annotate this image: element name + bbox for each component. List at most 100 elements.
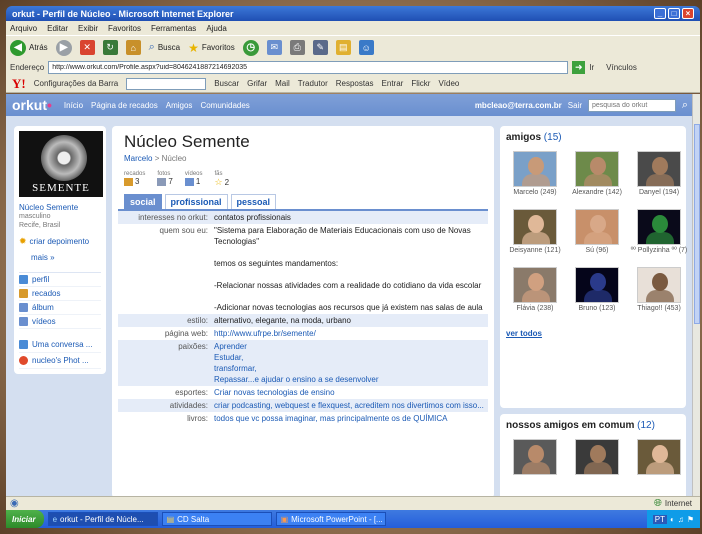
nav-link-communities[interactable]: Comunidades [200, 101, 249, 110]
taskbar-item-ie[interactable]: e orkut - Perfil de Núcle... [47, 512, 158, 526]
profile-name-link[interactable]: Núcleo Semente [19, 203, 101, 212]
friend-item[interactable]: Marcelo (249) [506, 151, 564, 205]
friend-item[interactable]: Alexandre (142) [568, 151, 626, 205]
friend-item[interactable]: Thiago!! (453) [630, 267, 688, 321]
friend-name[interactable]: Bruno (123) [568, 305, 626, 321]
stat-fans[interactable]: fãs ☆ 2 [215, 171, 230, 188]
community-item[interactable]: Uma conversa ... [19, 337, 101, 353]
folder-icon[interactable]: ▤ [335, 40, 351, 55]
home-icon[interactable]: ⌂ [125, 40, 141, 55]
stop-icon[interactable]: ✕ [79, 40, 95, 55]
friend-item[interactable]: Sú (96) [568, 209, 626, 263]
favorites-button[interactable]: ★ Favoritos [188, 41, 235, 55]
close-button[interactable]: × [682, 8, 694, 19]
menu-item-videos[interactable]: vídeos [19, 315, 101, 329]
logout-link[interactable]: Sair [568, 101, 582, 110]
friend-photo[interactable] [575, 439, 619, 475]
yahoo-search-button[interactable]: Buscar [214, 79, 239, 88]
menu-item-tools[interactable]: Ferramentas [151, 24, 196, 33]
friend-photo[interactable] [575, 267, 619, 303]
see-all-friends-link[interactable]: ver todos [506, 329, 680, 338]
friend-item[interactable]: Danyel (194) [630, 151, 688, 205]
orkut-search-input[interactable] [588, 98, 676, 112]
menu-item-view[interactable]: Exibir [78, 24, 98, 33]
common-friends-title[interactable]: nossos amigos em comum (12) [506, 420, 680, 431]
friend-name[interactable]: Alexandre (142) [568, 189, 626, 205]
info-value-link[interactable]: criar podcasting, webquest e flexquest, … [214, 400, 488, 411]
stat-scraps[interactable]: recados 3 [124, 171, 145, 188]
scrollbar-thumb[interactable] [694, 124, 700, 324]
friend-photo[interactable] [513, 151, 557, 187]
start-button[interactable]: Iniciar [6, 510, 44, 528]
friend-name[interactable]: ºº Pollyzinha ºº (7) [630, 247, 688, 263]
yahoo-search-input[interactable] [126, 77, 207, 90]
friend-item[interactable] [630, 439, 688, 475]
yahoo-video-button[interactable]: Vídeo [438, 79, 459, 88]
tab-personal[interactable]: pessoal [230, 194, 277, 209]
taskbar-item-powerpoint[interactable]: ▣ Microsoft PowerPoint - [... [275, 512, 386, 526]
more-link[interactable]: mais » [31, 253, 101, 262]
info-value-link[interactable]: Criar novas tecnologias de ensino [214, 387, 488, 398]
yahoo-answers-button[interactable]: Respostas [336, 79, 374, 88]
nav-link-scraps[interactable]: Página de recados [91, 101, 158, 110]
info-value-link[interactable]: todos que vc possa imaginar, mas princip… [214, 413, 488, 424]
yahoo-logo[interactable]: Y! [12, 76, 26, 92]
profile-photo[interactable]: SEMENTE [19, 131, 103, 197]
yahoo-translator-button[interactable]: Tradutor [298, 79, 328, 88]
menu-item-edit[interactable]: Editar [47, 24, 68, 33]
friend-name[interactable]: Deisyanne (121) [506, 247, 564, 263]
menu-item-file[interactable]: Arquivo [10, 24, 37, 33]
friend-photo[interactable] [637, 209, 681, 245]
orkut-logo[interactable]: orkut• [12, 97, 52, 113]
friend-item[interactable] [568, 439, 626, 475]
minimize-button[interactable]: _ [654, 8, 666, 19]
friend-photo[interactable] [513, 439, 557, 475]
edit-icon[interactable]: ✎ [312, 40, 328, 55]
go-label[interactable]: Ir [589, 63, 594, 72]
forward-button[interactable]: ▶ [55, 39, 72, 56]
address-input[interactable] [48, 60, 569, 74]
friend-item[interactable]: Deisyanne (121) [506, 209, 564, 263]
menu-item-album[interactable]: álbum [19, 301, 101, 315]
mail-icon[interactable]: ✉ [266, 40, 282, 55]
friend-photo[interactable] [513, 267, 557, 303]
links-label[interactable]: Vínculos [606, 63, 637, 72]
refresh-icon[interactable]: ↻ [102, 40, 118, 55]
language-indicator[interactable]: PT [652, 514, 667, 524]
friend-name[interactable]: Flávia (238) [506, 305, 564, 321]
friend-photo[interactable] [513, 209, 557, 245]
search-button[interactable]: ⌕ Busca [149, 41, 180, 54]
tab-professional[interactable]: profissional [164, 194, 228, 209]
website-link[interactable]: http://www.ufrpe.br/semente/ [214, 328, 488, 339]
go-icon[interactable]: ➜ [572, 60, 586, 74]
friend-photo[interactable] [575, 209, 619, 245]
friend-photo[interactable] [637, 151, 681, 187]
page-scrollbar[interactable] [692, 94, 700, 496]
yahoo-highlight-button[interactable]: Grifar [247, 79, 267, 88]
friend-name[interactable]: Danyel (194) [630, 189, 688, 205]
yahoo-enter-button[interactable]: Entrar [382, 79, 404, 88]
friend-name[interactable]: Thiago!! (453) [630, 305, 688, 321]
print-icon[interactable]: ⎙ [289, 40, 305, 55]
friend-item[interactable] [506, 439, 564, 475]
create-testimonial-link[interactable]: ✹ criar depoimento [19, 236, 101, 247]
stat-photos[interactable]: fotos 7 [157, 171, 173, 188]
friend-item[interactable]: Bruno (123) [568, 267, 626, 321]
friend-photo[interactable] [575, 151, 619, 187]
back-button[interactable]: ◀ Atrás [10, 39, 48, 56]
breadcrumb-root[interactable]: Marcelo [124, 154, 152, 163]
nav-link-home[interactable]: Início [64, 101, 83, 110]
friend-name[interactable]: Sú (96) [568, 247, 626, 263]
history-icon[interactable]: ◷ [242, 39, 259, 56]
friends-title[interactable]: amigos (15) [506, 132, 680, 143]
stat-videos[interactable]: vídeos 1 [184, 171, 203, 188]
search-icon[interactable]: ⌕ [678, 99, 692, 112]
maximize-button[interactable]: □ [668, 8, 680, 19]
tray-icon[interactable]: ⚑ [687, 515, 694, 524]
menu-item-scraps[interactable]: recados [19, 287, 101, 301]
friend-photo[interactable] [637, 439, 681, 475]
menu-item-favorites[interactable]: Favoritos [108, 24, 141, 33]
messenger-icon[interactable]: ☺ [358, 40, 374, 55]
menu-item-help[interactable]: Ajuda [206, 24, 226, 33]
tab-social[interactable]: social [124, 194, 162, 209]
